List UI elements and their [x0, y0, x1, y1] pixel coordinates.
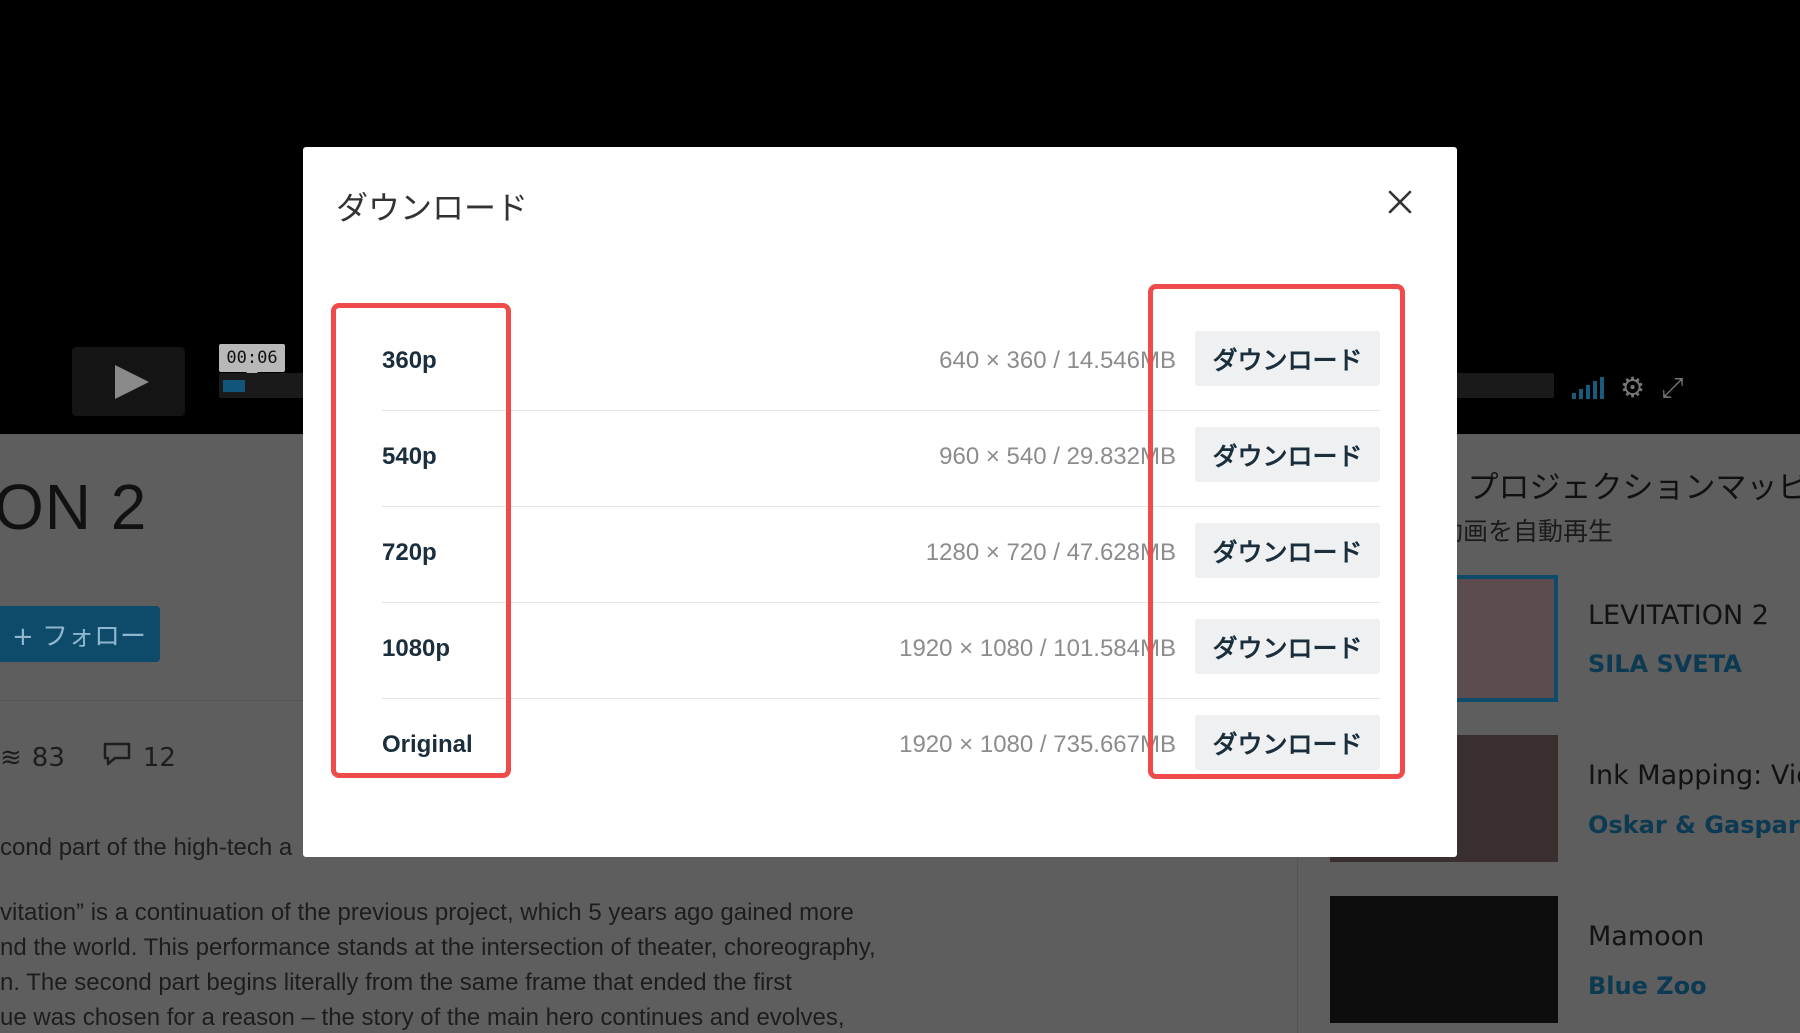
related-video-title[interactable]: LEVITATION 2: [1588, 600, 1769, 631]
sidebar-heading: n プロジェクションマッピ: [1438, 470, 1800, 506]
file-info: 1280 × 720 / 47.628MB: [925, 539, 1176, 566]
close-icon: [1388, 190, 1412, 214]
file-info: 1920 × 1080 / 101.584MB: [899, 635, 1176, 662]
highlight-box-buttons: [1148, 284, 1405, 779]
description-line: nd the world. This performance stands at…: [0, 934, 876, 961]
fullscreen-icon[interactable]: ⤢: [1661, 374, 1683, 402]
comment-icon: [101, 740, 133, 775]
file-info: 640 × 360 / 14.546MB: [939, 347, 1176, 374]
description-line: ue was chosen for a reason – the story o…: [0, 1004, 845, 1031]
video-description: cond part of the high-tech a vitation” i…: [0, 830, 940, 1033]
player-controls: ⚙ ⤢: [1572, 374, 1684, 402]
likes-icon: ≋: [0, 742, 22, 773]
likes-stat[interactable]: ≋ 83: [0, 740, 65, 775]
close-button[interactable]: [1381, 183, 1419, 221]
likes-count: 83: [31, 742, 65, 773]
file-info: 960 × 540 / 29.832MB: [939, 443, 1176, 470]
highlight-box-resolutions: [331, 303, 511, 778]
video-stats: ≋ 83 12: [0, 740, 176, 775]
time-tooltip: 00:06: [219, 344, 285, 378]
follow-button[interactable]: + フォロー: [0, 606, 160, 662]
comments-count: 12: [142, 742, 176, 773]
file-info: 1920 × 1080 / 735.667MB: [899, 731, 1176, 758]
related-video-title[interactable]: Mamoon: [1588, 921, 1704, 952]
video-title: ON 2: [0, 471, 148, 543]
description-line: n. The second part begins literally from…: [0, 969, 792, 996]
play-icon: [114, 364, 149, 399]
related-video-author[interactable]: SILA SVETA: [1588, 650, 1742, 678]
gear-icon[interactable]: ⚙: [1620, 374, 1645, 402]
autoplay-label[interactable]: 動画を自動再生: [1438, 512, 1613, 548]
modal-title: ダウンロード: [336, 189, 529, 227]
related-video-author[interactable]: Oskar & Gaspar: [1588, 811, 1800, 839]
related-video-title[interactable]: Ink Mapping: Vid: [1588, 760, 1800, 791]
volume-icon[interactable]: [1572, 377, 1604, 399]
related-video-thumbnail[interactable]: [1330, 896, 1558, 1023]
related-video-author[interactable]: Blue Zoo: [1588, 972, 1707, 1000]
description-line: vitation” is a continuation of the previ…: [0, 899, 854, 926]
progress-fill: [223, 380, 245, 392]
play-button[interactable]: [72, 347, 185, 416]
comments-stat[interactable]: 12: [101, 740, 176, 775]
